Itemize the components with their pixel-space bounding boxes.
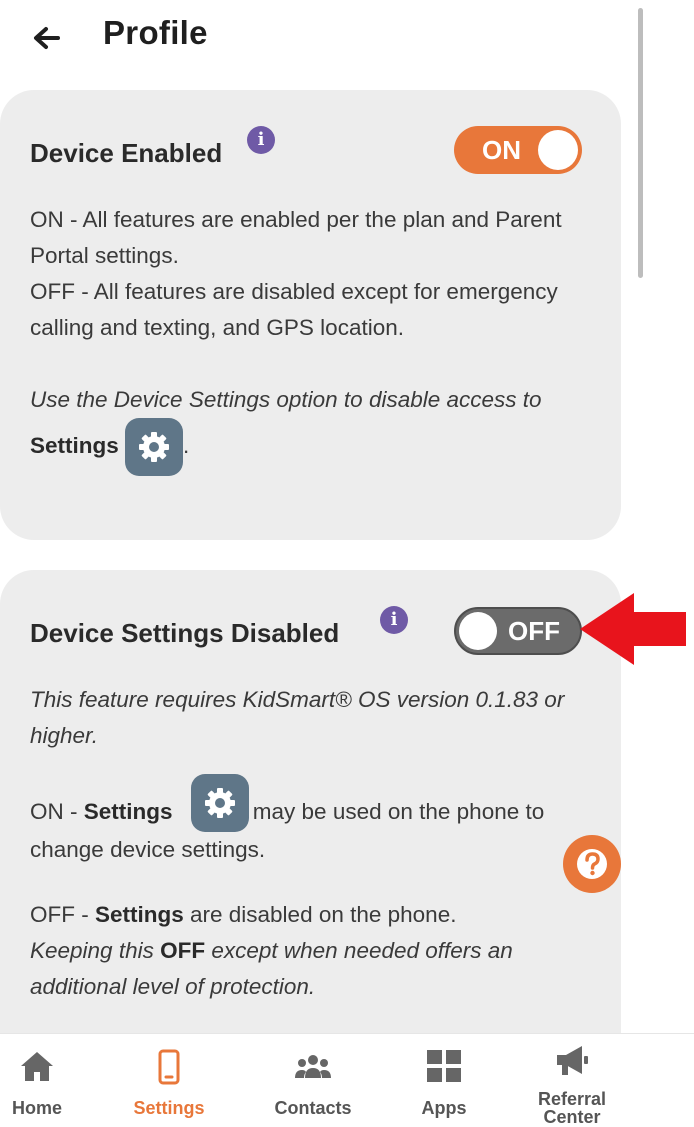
toggle-knob bbox=[538, 130, 578, 170]
contacts-icon bbox=[295, 1055, 331, 1078]
app-header: Profile bbox=[0, 0, 694, 80]
nav-label-settings: Settings bbox=[133, 1098, 205, 1118]
os-version-requirement: This feature requires KidSmart® OS versi… bbox=[30, 682, 600, 754]
bottom-navigation: Home Settings Contacts Apps Referral Cen… bbox=[0, 1033, 694, 1126]
info-icon[interactable]: i bbox=[247, 126, 275, 154]
off-suffix: are disabled on the phone. bbox=[183, 902, 457, 927]
device-settings-disabled-toggle[interactable]: OFF bbox=[454, 607, 582, 655]
device-enabled-toggle[interactable]: ON bbox=[454, 126, 582, 174]
note-suffix: . bbox=[183, 432, 190, 458]
back-button[interactable] bbox=[30, 20, 64, 56]
nav-item-apps[interactable]: Apps bbox=[384, 1034, 504, 1118]
help-button[interactable] bbox=[563, 835, 621, 893]
nav-label-apps: Apps bbox=[421, 1098, 467, 1118]
arrow-left-icon bbox=[34, 27, 60, 49]
info-icon[interactable]: i bbox=[380, 606, 408, 634]
scrollbar[interactable] bbox=[638, 8, 643, 278]
toggle-label: ON bbox=[482, 135, 521, 165]
settings-gear-icon bbox=[125, 418, 184, 476]
settings-on-description: ON - Settings may be used on the phone t… bbox=[30, 774, 600, 868]
device-settings-disabled-card: Device Settings Disabled i OFF This feat… bbox=[0, 570, 621, 1040]
note-prefix: Use the Device Settings option to disabl… bbox=[30, 387, 542, 412]
toggle-label: OFF bbox=[508, 616, 560, 646]
protection-note: Keeping this OFF except when needed offe… bbox=[30, 933, 600, 1005]
settings-gear-icon bbox=[190, 774, 249, 833]
nav-item-settings[interactable]: Settings bbox=[109, 1034, 229, 1118]
note-settings-label: Settings bbox=[30, 432, 119, 458]
nav-label-referral-center: Referral Center bbox=[537, 1089, 607, 1127]
device-enabled-title: Device Enabled bbox=[30, 138, 223, 168]
device-enabled-card: Device Enabled i ON ON - All features ar… bbox=[0, 90, 621, 540]
device-enabled-note: Use the Device Settings option to disabl… bbox=[30, 382, 600, 476]
page-title: Profile bbox=[103, 14, 208, 51]
question-circle-icon bbox=[577, 849, 607, 879]
megaphone-icon bbox=[557, 1046, 588, 1075]
on-settings-label: Settings bbox=[83, 799, 173, 824]
nav-item-referral-center[interactable]: Referral Center bbox=[512, 1034, 632, 1126]
toggle-knob bbox=[459, 612, 497, 650]
off-prefix: OFF - bbox=[30, 902, 95, 927]
device-enabled-off-description: OFF - All features are disabled except f… bbox=[30, 279, 558, 340]
red-annotation-arrow-icon bbox=[580, 593, 686, 665]
device-enabled-on-description: ON - All features are enabled per the pl… bbox=[30, 207, 562, 268]
phone-icon bbox=[158, 1049, 180, 1085]
nav-label-contacts: Contacts bbox=[274, 1098, 352, 1118]
settings-off-description: OFF - Settings are disabled on the phone… bbox=[30, 897, 600, 933]
nav-item-home[interactable]: Home bbox=[0, 1034, 97, 1118]
requirement-text: This feature requires KidSmart® OS versi… bbox=[30, 687, 565, 748]
device-settings-disabled-title: Device Settings Disabled bbox=[30, 618, 340, 648]
apps-grid-icon bbox=[427, 1050, 461, 1082]
on-prefix: ON - bbox=[30, 799, 84, 824]
nav-label-home: Home bbox=[11, 1098, 62, 1118]
keep-off-label: OFF bbox=[160, 938, 206, 963]
nav-item-contacts[interactable]: Contacts bbox=[253, 1034, 373, 1118]
off-settings-label: Settings bbox=[94, 902, 184, 927]
keep-prefix: Keeping this bbox=[30, 938, 161, 963]
home-icon bbox=[21, 1052, 53, 1081]
